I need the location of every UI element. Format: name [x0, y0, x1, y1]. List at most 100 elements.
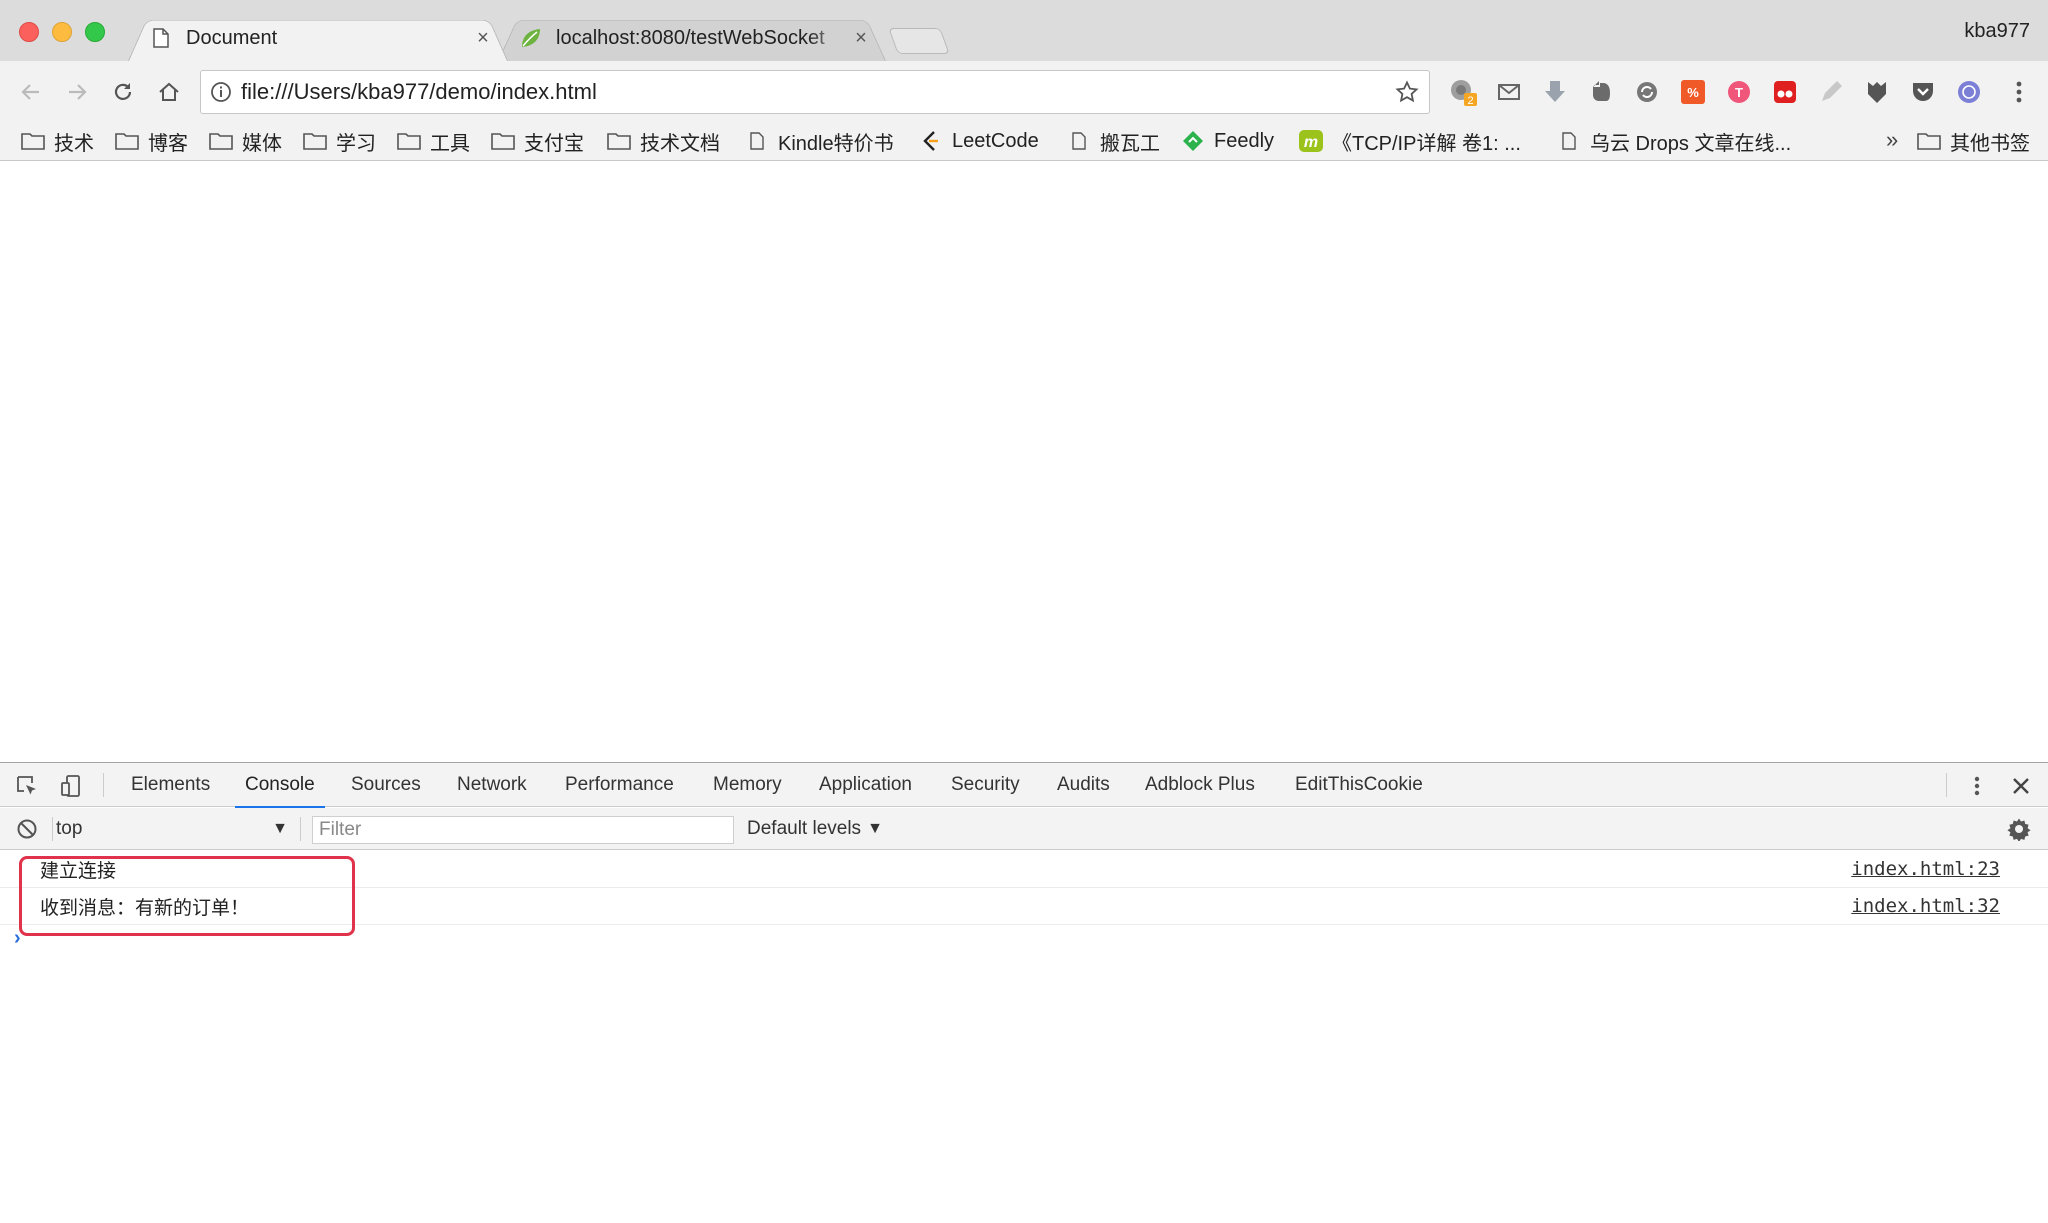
console-message-text: 收到消息：有新的订单！ [40, 896, 250, 919]
tab-adblock-plus[interactable]: Adblock Plus [1145, 763, 1255, 807]
tab-audits[interactable]: Audits [1057, 763, 1110, 807]
svg-text:T: T [1735, 85, 1743, 100]
bookmark-link[interactable]: 搬瓦工 [1066, 123, 1160, 159]
bookmark-link[interactable]: 乌云 Drops 文章在线... [1556, 123, 1791, 159]
bookmark-folder[interactable]: 支付宝 [490, 123, 584, 159]
pocket-icon[interactable] [1908, 77, 1938, 107]
tab-close-icon[interactable]: × [474, 27, 492, 50]
console-prompt[interactable]: › [0, 925, 2048, 955]
bookmark-star-icon[interactable] [1385, 80, 1429, 104]
clear-console-icon[interactable] [14, 816, 40, 842]
prompt-caret-icon: › [14, 927, 21, 949]
red-grid-icon[interactable] [1770, 77, 1800, 107]
tab-close-icon[interactable]: × [852, 27, 870, 50]
evernote-icon[interactable] [1586, 77, 1616, 107]
address-bar[interactable]: file:///Users/kba977/demo/index.html [200, 70, 1430, 114]
folder-icon [1916, 130, 1942, 152]
svg-text:%: % [1687, 85, 1699, 100]
url-text[interactable]: file:///Users/kba977/demo/index.html [241, 79, 1385, 105]
devtools-menu-icon[interactable] [1964, 773, 1990, 799]
bookmarks-overflow-button[interactable]: » [1886, 127, 1898, 153]
back-button[interactable] [14, 75, 48, 109]
bookmark-folder[interactable]: 媒体 [208, 123, 282, 159]
bookmark-label: 支付宝 [524, 132, 584, 155]
tab-network[interactable]: Network [457, 763, 527, 807]
close-window-button[interactable] [19, 22, 39, 42]
zoom-window-button[interactable] [85, 22, 105, 42]
pink-t-icon[interactable]: T [1724, 77, 1754, 107]
console-message-source-link[interactable]: index.html:32 [1851, 895, 2000, 917]
page-viewport[interactable] [0, 162, 2048, 762]
filter-separator [300, 817, 301, 841]
console-settings-gear-icon[interactable] [2006, 816, 2032, 842]
bookmark-folder[interactable]: 博客 [114, 123, 188, 159]
folder-icon [606, 130, 632, 152]
console-message: 建立连接 index.html:23 [0, 851, 2048, 888]
home-button[interactable] [152, 75, 186, 109]
back-arrow-icon [21, 84, 39, 100]
minimize-window-button[interactable] [52, 22, 72, 42]
console-message-source-link[interactable]: index.html:23 [1851, 858, 2000, 880]
bookmark-link[interactable]: Kindle特价书 [744, 123, 894, 159]
download-icon[interactable] [1540, 77, 1570, 107]
console-message-text: 建立连接 [40, 859, 117, 882]
leetcode-icon [918, 130, 944, 152]
tab-separator [1946, 773, 1947, 797]
bookmark-folder[interactable]: 学习 [302, 123, 376, 159]
tab-title: Document [186, 26, 278, 49]
filter-separator [52, 817, 53, 841]
profile-name[interactable]: kba977 [1964, 20, 2030, 43]
info-icon[interactable] [201, 81, 241, 103]
bookmark-link[interactable]: Feedly [1180, 123, 1274, 159]
bookmark-label: 搬瓦工 [1100, 132, 1160, 155]
extension-badge-icon[interactable]: 2 [1448, 77, 1478, 107]
reload-button[interactable] [106, 75, 140, 109]
forward-arrow-icon [69, 84, 87, 100]
tab-websocket[interactable]: localhost:8080/testWebSocket × [498, 15, 886, 62]
bookmark-link[interactable]: m 《TCP/IP详解 卷1: ... [1298, 123, 1521, 159]
tab-editthiscookie[interactable]: EditThisCookie [1295, 763, 1423, 807]
page-icon [1066, 130, 1092, 152]
bookmark-link[interactable]: LeetCode [918, 123, 1039, 159]
mail-icon[interactable] [1494, 77, 1524, 107]
other-bookmarks-folder[interactable]: 其他书签 [1916, 123, 2030, 159]
toolbar: file:///Users/kba977/demo/index.html 2 %… [0, 61, 2048, 123]
tab-security[interactable]: Security [951, 763, 1020, 807]
bookmark-label: 媒体 [242, 132, 282, 155]
pen-icon[interactable] [1816, 77, 1846, 107]
globe-icon[interactable] [1954, 77, 1984, 107]
translate-icon[interactable]: % [1678, 77, 1708, 107]
bookmark-label: 技术 [54, 132, 94, 155]
context-selector[interactable]: top ▼ [56, 816, 288, 842]
tab-elements[interactable]: Elements [131, 763, 210, 807]
dropdown-triangle-icon: ▼ [272, 820, 288, 837]
tab-memory[interactable]: Memory [713, 763, 782, 807]
tab-performance[interactable]: Performance [565, 763, 674, 807]
folder-icon [114, 130, 140, 152]
new-tab-button[interactable] [888, 28, 950, 54]
shield-icon[interactable] [1862, 77, 1892, 107]
tab-document[interactable]: Document × [128, 15, 508, 62]
forward-button[interactable] [60, 75, 94, 109]
levels-label: Default levels [747, 818, 862, 839]
bookmark-folder[interactable]: 工具 [396, 123, 470, 159]
console-message: 收到消息：有新的订单！ index.html:32 [0, 888, 2048, 925]
console-filter-input[interactable] [312, 816, 734, 844]
close-devtools-icon[interactable] [2008, 773, 2034, 799]
tab-title: localhost:8080/testWebSocket [556, 26, 825, 49]
tab-sources[interactable]: Sources [351, 763, 421, 807]
menu-dots-icon[interactable] [2004, 77, 2034, 107]
bookmark-label: 学习 [336, 132, 376, 155]
device-toolbar-icon[interactable] [58, 773, 84, 799]
bookmark-label: Feedly [1214, 129, 1275, 152]
sync-icon[interactable] [1632, 77, 1662, 107]
tab-application[interactable]: Application [819, 763, 912, 807]
tab-strip: Document × localhost:8080/testWebSocket … [0, 0, 2048, 62]
tab-separator [103, 773, 104, 797]
tab-console[interactable]: Console [235, 763, 325, 808]
inspect-element-icon[interactable] [14, 773, 40, 799]
bookmark-folder[interactable]: 技术文档 [606, 123, 720, 159]
bookmark-folder[interactable]: 技术 [20, 123, 94, 159]
page-icon [1556, 130, 1582, 152]
log-levels-dropdown[interactable]: Default levels ▼ [747, 816, 883, 842]
